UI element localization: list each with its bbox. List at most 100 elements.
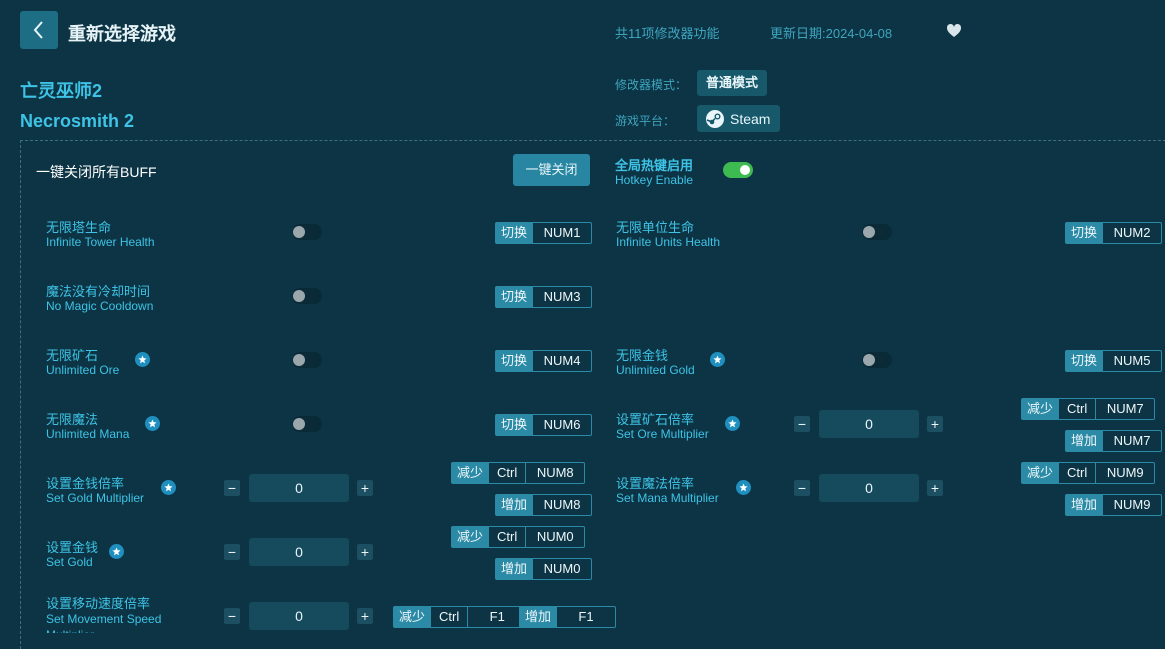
hotkey-f10-increase[interactable]: 增加 NUM0 — [495, 558, 593, 580]
key-name: NUM6 — [532, 415, 591, 435]
feature-label-zh: 设置魔法倍率 — [616, 476, 695, 491]
key-action: 减少 — [452, 463, 489, 483]
hotkey-f9-increase[interactable]: 增加 NUM9 — [1065, 494, 1163, 516]
feature-label-en: Set Movement Speed Multiplier — [46, 612, 162, 633]
key-name: NUM0 — [525, 527, 584, 547]
cheat-panel — [20, 140, 1165, 649]
star-icon — [109, 544, 124, 559]
feature-label-zh: 无限矿石 — [46, 348, 99, 363]
key-action: 切换 — [496, 223, 533, 243]
hotkey-f7-decrease[interactable]: 减少 Ctrl NUM7 — [1021, 398, 1156, 420]
feature-label-zh: 无限魔法 — [46, 412, 99, 427]
star-icon — [710, 352, 725, 367]
game-name-en: Necrosmith 2 — [20, 111, 135, 131]
feature-label-en: Infinite Units Health — [616, 235, 721, 249]
gold-multiplier-input[interactable]: 0 — [249, 474, 349, 502]
platform-name: Steam — [730, 110, 771, 127]
close-all-button[interactable]: 一键关闭 — [513, 154, 590, 186]
key-name: NUM4 — [532, 351, 591, 371]
hotkey-f3[interactable]: 切换 NUM3 — [495, 286, 593, 308]
key-action: 切换 — [496, 287, 533, 307]
star-icon — [135, 352, 150, 367]
infinite-units-health-toggle[interactable] — [862, 224, 892, 240]
key-modifier: Ctrl — [1058, 463, 1095, 483]
update-date: 更新日期:2024-04-08 — [770, 26, 893, 41]
key-action: 减少 — [1022, 463, 1059, 483]
hotkey-f7-increase[interactable]: 增加 NUM7 — [1065, 430, 1163, 452]
hotkey-f11-decrease[interactable]: 减少 Ctrl F1 — [393, 606, 528, 628]
back-button[interactable] — [20, 11, 58, 49]
key-modifier: Ctrl — [430, 607, 467, 627]
heart-icon[interactable] — [946, 23, 962, 39]
key-action: 增加 — [496, 495, 533, 515]
hotkey-f4[interactable]: 切换 NUM4 — [495, 350, 593, 372]
feature-label-zh: 魔法没有冷却时间 — [46, 284, 151, 299]
feature-label-en: Unlimited Gold — [616, 363, 695, 377]
unlimited-mana-toggle[interactable] — [292, 416, 322, 432]
increase-button[interactable]: + — [357, 608, 373, 624]
feature-label-en: Infinite Tower Health — [46, 235, 155, 249]
feature-label-en: No Magic Cooldown — [46, 299, 154, 313]
mode-label: 修改器模式： — [615, 78, 688, 92]
feature-label-en: Set Ore Multiplier — [616, 427, 709, 441]
hotkey-f11-increase[interactable]: 增加 F1 — [519, 606, 617, 628]
movement-speed-input[interactable]: 0 — [249, 602, 349, 630]
key-name: NUM5 — [1102, 351, 1161, 371]
unlimited-gold-toggle[interactable] — [862, 352, 892, 368]
increase-button[interactable]: + — [357, 480, 373, 496]
key-name: NUM9 — [1095, 463, 1154, 483]
feature-label-zh: 设置矿石倍率 — [616, 412, 695, 427]
hotkey-f8-decrease[interactable]: 减少 Ctrl NUM8 — [451, 462, 586, 484]
decrease-button[interactable]: − — [224, 544, 240, 560]
mode-badge[interactable]: 普通模式 — [697, 70, 768, 96]
key-name: NUM0 — [532, 559, 591, 579]
feature-count: 共11项修改器功能 — [615, 26, 720, 41]
star-icon — [736, 480, 751, 495]
feature-label-zh: 无限金钱 — [616, 348, 669, 363]
key-name: NUM8 — [525, 463, 584, 483]
key-action: 切换 — [1066, 351, 1103, 371]
decrease-button[interactable]: − — [224, 608, 240, 624]
increase-button[interactable]: + — [357, 544, 373, 560]
no-magic-cooldown-toggle[interactable] — [292, 288, 322, 304]
feature-label-en: Unlimited Mana — [46, 427, 130, 441]
feature-label-zh: 设置金钱倍率 — [46, 476, 125, 491]
hotkey-f10-decrease[interactable]: 减少 Ctrl NUM0 — [451, 526, 586, 548]
key-action: 减少 — [394, 607, 431, 627]
hotkey-f6[interactable]: 切换 NUM6 — [495, 414, 593, 436]
hotkey-f2[interactable]: 切换 NUM2 — [1065, 222, 1163, 244]
unlimited-ore-toggle[interactable] — [292, 352, 322, 368]
key-modifier: Ctrl — [488, 463, 525, 483]
key-modifier: Ctrl — [1058, 399, 1095, 419]
game-name-zh: 亡灵巫师2 — [20, 81, 103, 101]
close-all-label: 一键关闭所有BUFF — [36, 164, 157, 180]
hotkey-f9-decrease[interactable]: 减少 Ctrl NUM9 — [1021, 462, 1156, 484]
gold-input[interactable]: 0 — [249, 538, 349, 566]
hotkey-f1[interactable]: 切换 NUM1 — [495, 222, 593, 244]
decrease-button[interactable]: − — [794, 416, 810, 432]
feature-label-zh: 设置金钱 — [46, 540, 99, 555]
star-icon — [161, 480, 176, 495]
ore-multiplier-input[interactable]: 0 — [819, 410, 919, 438]
feature-label-en: Set Gold — [46, 555, 93, 569]
hotkey-f5[interactable]: 切换 NUM5 — [1065, 350, 1163, 372]
platform-badge[interactable]: Steam — [697, 105, 780, 132]
page-title: 重新选择游戏 — [68, 24, 176, 44]
infinite-tower-health-toggle[interactable] — [292, 224, 322, 240]
decrease-button[interactable]: − — [794, 480, 810, 496]
mana-multiplier-input[interactable]: 0 — [819, 474, 919, 502]
key-name: NUM1 — [532, 223, 591, 243]
key-name: NUM8 — [532, 495, 591, 515]
key-action: 增加 — [520, 607, 557, 627]
decrease-button[interactable]: − — [224, 480, 240, 496]
increase-button[interactable]: + — [927, 480, 943, 496]
key-name: NUM9 — [1102, 495, 1161, 515]
increase-button[interactable]: + — [927, 416, 943, 432]
key-action: 减少 — [1022, 399, 1059, 419]
key-name: NUM3 — [532, 287, 591, 307]
feature-label-en: Unlimited Ore — [46, 363, 120, 377]
hotkey-label-en: Hotkey Enable — [615, 173, 694, 187]
hotkey-toggle[interactable] — [723, 162, 753, 178]
hotkey-f8-increase[interactable]: 增加 NUM8 — [495, 494, 593, 516]
feature-label-group: 设置移动速度倍率 Set Movement Speed Multiplier — [46, 593, 226, 633]
